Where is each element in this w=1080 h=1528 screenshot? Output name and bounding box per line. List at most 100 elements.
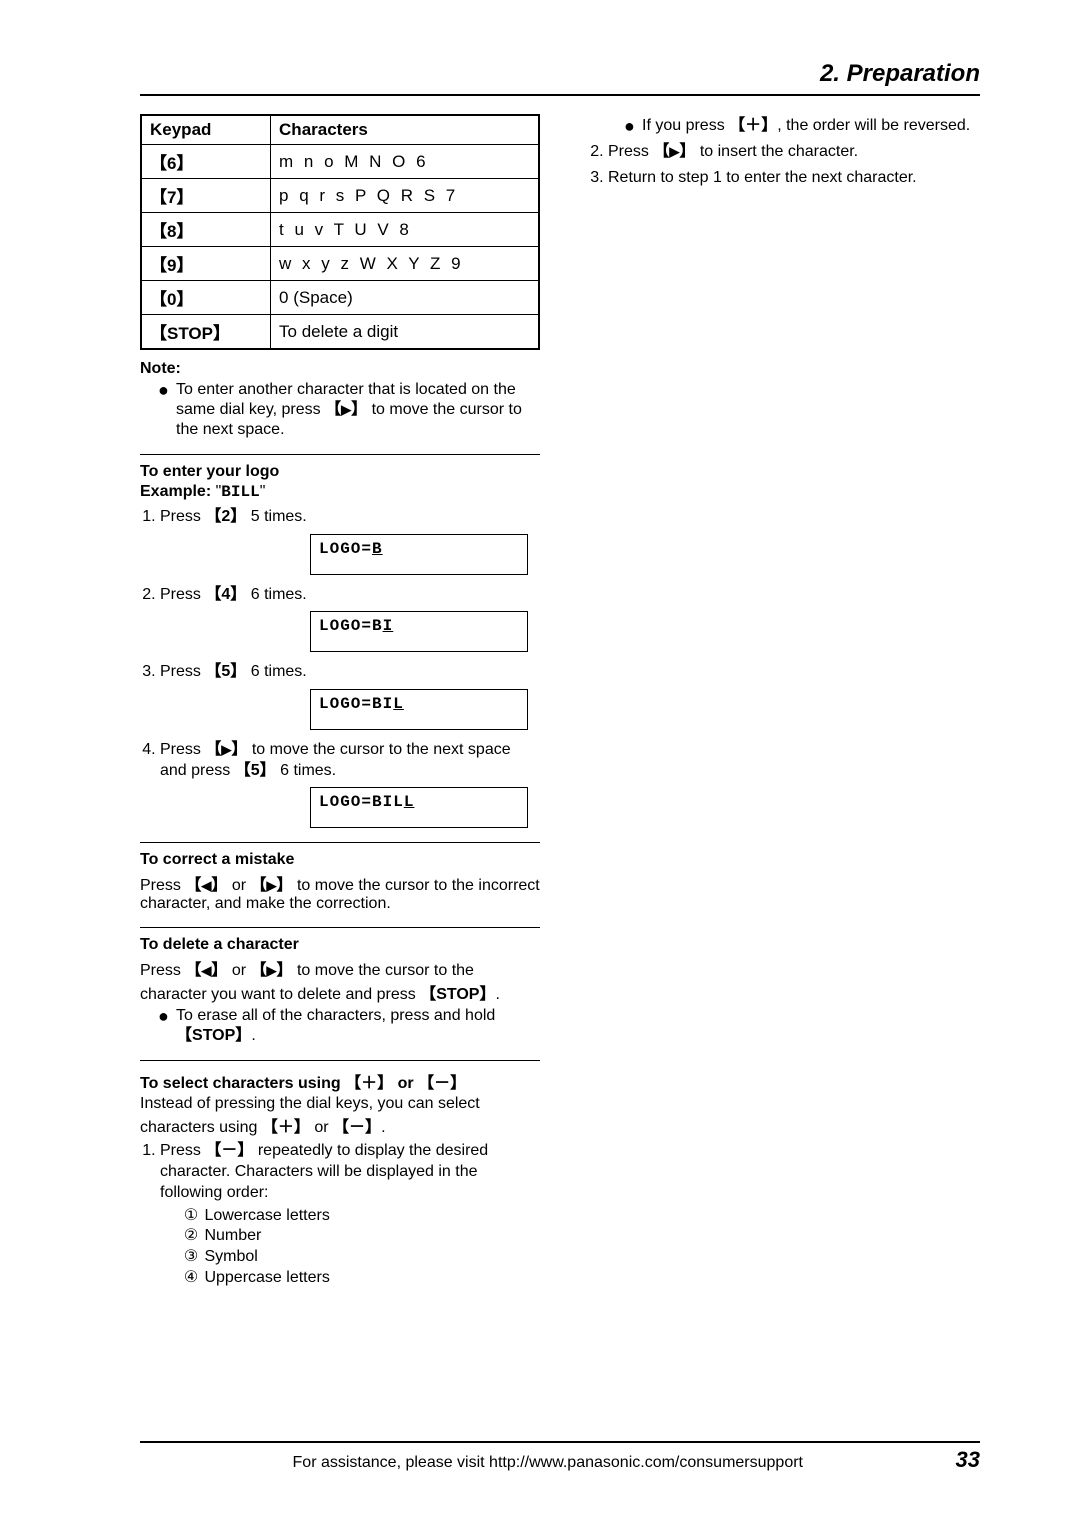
table-row: 【0】 0 (Space) <box>141 281 539 315</box>
step-3: Return to step 1 to enter the next chara… <box>608 168 980 189</box>
text: Press <box>140 962 185 979</box>
lcd-prefix: LOGO=BI <box>319 695 393 713</box>
circled-2-icon: ② <box>182 1226 200 1247</box>
left-arrow-key <box>185 877 227 894</box>
left-column: Keypad Characters 【6】 m n o M N O 6 【7】 … <box>140 114 540 1295</box>
minus-key: － <box>205 1142 253 1159</box>
cell-chars: p q r s P Q R S 7 <box>271 179 539 213</box>
lcd-display: LOGO=BI <box>310 611 528 652</box>
page-footer: For assistance, please visit http://www.… <box>140 1441 980 1473</box>
lcd-display: LOGO=B <box>310 534 528 575</box>
right-arrow-icon <box>669 144 679 159</box>
text: or <box>227 962 250 979</box>
circled-3-icon: ③ <box>182 1247 200 1268</box>
text: Lowercase letters <box>204 1207 329 1224</box>
text: Press <box>160 508 205 525</box>
right-bullet: ● If you press ＋ , the order will be reve… <box>624 116 980 138</box>
cell-key: 【7】 <box>141 179 271 213</box>
step-4: Press to move the cursor to the next spa… <box>160 740 540 828</box>
minus-key: － <box>333 1119 381 1136</box>
bullet-dot-icon: ● <box>624 116 642 138</box>
text: 5 times. <box>246 508 306 525</box>
right-arrow-icon <box>341 402 351 417</box>
note-bullet: ● To enter another character that is loc… <box>158 380 540 440</box>
example-line: Example: "BILL" <box>140 483 540 501</box>
divider <box>140 842 540 843</box>
lcd-display: LOGO=BILL <box>310 787 528 828</box>
th-characters: Characters <box>271 115 539 145</box>
cell-chars: To delete a digit <box>271 315 539 350</box>
list-item: ③ Symbol <box>182 1247 540 1268</box>
left-arrow-icon <box>201 963 211 978</box>
note-label: Note: <box>140 360 540 378</box>
text: If you press <box>642 117 729 134</box>
step-2: Press to insert the character. <box>608 142 980 163</box>
circled-1-icon: ① <box>182 1206 200 1227</box>
key-label: 2 <box>221 508 230 525</box>
example-label: Example: <box>140 483 216 500</box>
step-2: Press 4 6 times. LOGO=BI <box>160 585 540 653</box>
right-arrow-icon <box>267 878 277 893</box>
plus-key: ＋ <box>345 1075 393 1092</box>
correct-text: Press or to move the cursor to the incor… <box>140 871 540 913</box>
delete-bullet: ● To erase all of the characters, press … <box>158 1006 540 1046</box>
lcd-cursor-char: B <box>372 540 383 558</box>
text: . <box>251 1027 255 1044</box>
two-columns: Keypad Characters 【6】 m n o M N O 6 【7】 … <box>140 114 980 1295</box>
key-label: STOP <box>436 986 479 1003</box>
divider <box>140 927 540 928</box>
text: Uppercase letters <box>204 1269 329 1286</box>
note-text: To enter another character that is locat… <box>176 380 540 440</box>
right-arrow-key <box>251 962 293 979</box>
cell-chars: 0 (Space) <box>271 281 539 315</box>
minus-icon: － <box>434 1075 450 1092</box>
lcd-cursor-char: L <box>393 695 404 713</box>
bullet-text: If you press ＋ , the order will be revers… <box>642 116 980 138</box>
key-label: 4 <box>221 586 230 603</box>
page: 2. Preparation Keypad Characters 【6】 m n… <box>0 0 1080 1528</box>
footer-rule <box>140 1441 980 1443</box>
text: Number <box>204 1227 261 1244</box>
sub-heading-delete: To delete a character <box>140 936 540 954</box>
header-rule <box>140 94 980 96</box>
right-column: ● If you press ＋ , the order will be reve… <box>588 114 980 1295</box>
right-steps: Press to insert the character. Return to… <box>588 142 980 190</box>
table-row: 【8】 t u v T U V 8 <box>141 213 539 247</box>
cell-key: 【0】 <box>141 281 271 315</box>
lcd-prefix: LOGO=B <box>319 617 383 635</box>
text: Press <box>140 877 185 894</box>
delete-text: Press or to move the cursor to the chara… <box>140 956 540 1004</box>
list-item: ② Number <box>182 1226 540 1247</box>
cell-key: 【6】 <box>141 145 271 179</box>
sub-heading-logo: To enter your logo <box>140 463 540 481</box>
text: To erase all of the characters, press an… <box>176 1007 495 1024</box>
text: Press <box>160 586 205 603</box>
text: or <box>227 877 250 894</box>
plus-key: ＋ <box>262 1119 310 1136</box>
text: To select characters using <box>140 1075 345 1092</box>
plus-icon: ＋ <box>745 117 761 134</box>
left-arrow-key <box>185 962 227 979</box>
bullet-dot-icon: ● <box>158 380 176 440</box>
select-steps: Press － repeatedly to display the desire… <box>140 1141 540 1289</box>
bullet-text: To erase all of the characters, press an… <box>176 1006 540 1046</box>
text: or <box>393 1075 418 1092</box>
table-row: 【9】 w x y z W X Y Z 9 <box>141 247 539 281</box>
lcd-display: LOGO=BIL <box>310 689 528 730</box>
plus-icon: ＋ <box>278 1119 294 1136</box>
sub-heading-correct: To correct a mistake <box>140 851 540 869</box>
divider <box>140 1060 540 1061</box>
cell-key: 【8】 <box>141 213 271 247</box>
right-arrow-icon <box>221 742 231 757</box>
key-label: 5 <box>251 762 260 779</box>
text: Press <box>608 143 653 160</box>
text: , the order will be reversed. <box>777 117 970 134</box>
stop-key: STOP <box>420 986 495 1003</box>
lcd-prefix: LOGO=BIL <box>319 793 404 811</box>
text: Symbol <box>204 1248 257 1265</box>
table-row: 【STOP】 To delete a digit <box>141 315 539 350</box>
text: Press <box>160 741 205 758</box>
text: . <box>495 986 499 1003</box>
cell-chars: m n o M N O 6 <box>271 145 539 179</box>
right-arrow-icon <box>267 963 277 978</box>
